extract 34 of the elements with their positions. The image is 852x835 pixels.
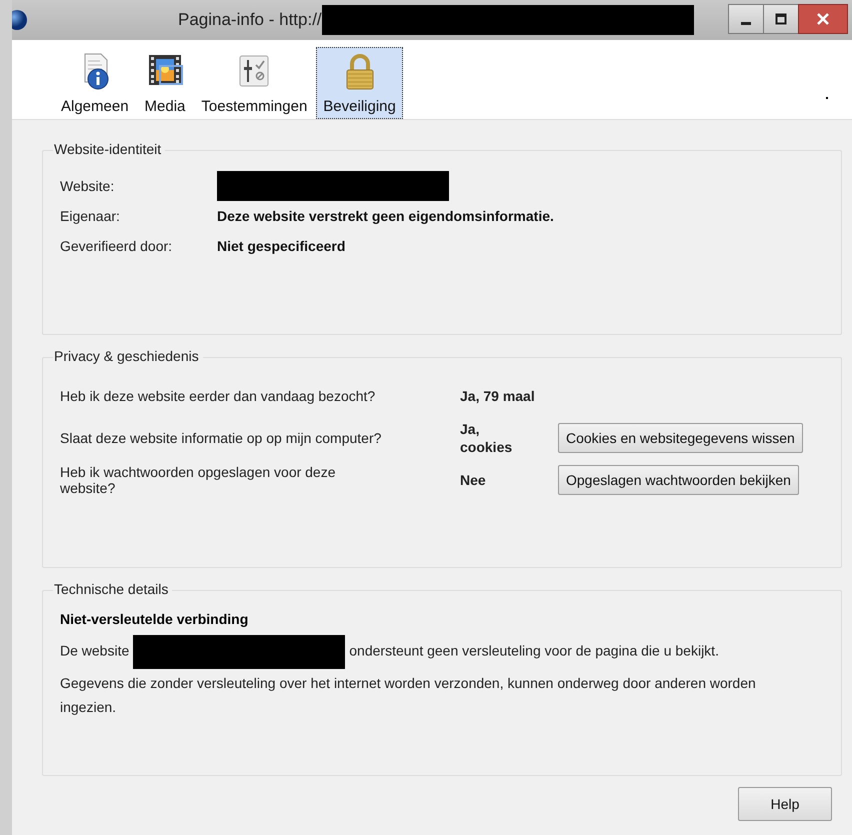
maximize-icon (775, 13, 787, 25)
minimize-button[interactable] (728, 4, 764, 34)
field-label: Website: (60, 178, 116, 194)
toolbar-tab[interactable]: Algemeen (54, 47, 136, 119)
question-text: Heb ik wachtwoorden opgeslagen voor deze website? (60, 464, 337, 496)
question-text: Heb ik deze website eerder dan vandaag bezocht? (60, 388, 376, 404)
paragraph-text: De website (60, 642, 130, 659)
minimize-icon (741, 22, 751, 24)
field-value: Niet gespecificeerd (217, 238, 346, 254)
group-title: Privacy & geschiedenis (53, 348, 203, 364)
toolbar-tab[interactable]: Toestemmingen (194, 47, 314, 119)
dot-mark (826, 97, 828, 99)
field-value: Deze website verstrekt geen eigendomsinformatie. (217, 208, 555, 224)
group-title: Technische details (53, 581, 172, 597)
close-button[interactable] (798, 4, 848, 34)
field-label: Eigenaar: (60, 208, 121, 224)
group-title: Website-identiteit (53, 141, 166, 157)
maximize-button[interactable] (763, 4, 799, 34)
globe-icon (12, 9, 28, 31)
answer-text: Nee (460, 471, 487, 490)
window-title: Pagina-info - http:// (178, 10, 322, 30)
paragraph-text: ondersteunt geen versleuteling voor de pagina die u bekijkt. (349, 642, 719, 659)
action-button[interactable]: Cookies en websitegegevens wissen (558, 423, 803, 454)
close-icon (816, 12, 830, 26)
action-button[interactable]: Opgeslagen wachtwoorden bekijken (558, 465, 799, 496)
toolbar-tab[interactable]: Media (138, 47, 192, 119)
paragraph-text: Gegevens die zonder versleuteling over het internet worden verzonden, kunnen onderweg door anderen worden ingezien. (60, 675, 756, 715)
help-button[interactable]: Help (738, 787, 832, 821)
toolbar-tab[interactable]: Beveiliging (316, 47, 403, 119)
answer-text: Ja, cookies (460, 420, 514, 456)
answer-text: Ja, 79 maal (460, 386, 536, 406)
field-label: Geverifieerd door: (60, 238, 174, 254)
section-heading: Niet-versleutelde verbinding (60, 611, 250, 627)
question-text: Slaat deze website informatie op op mijn computer? (60, 430, 382, 446)
